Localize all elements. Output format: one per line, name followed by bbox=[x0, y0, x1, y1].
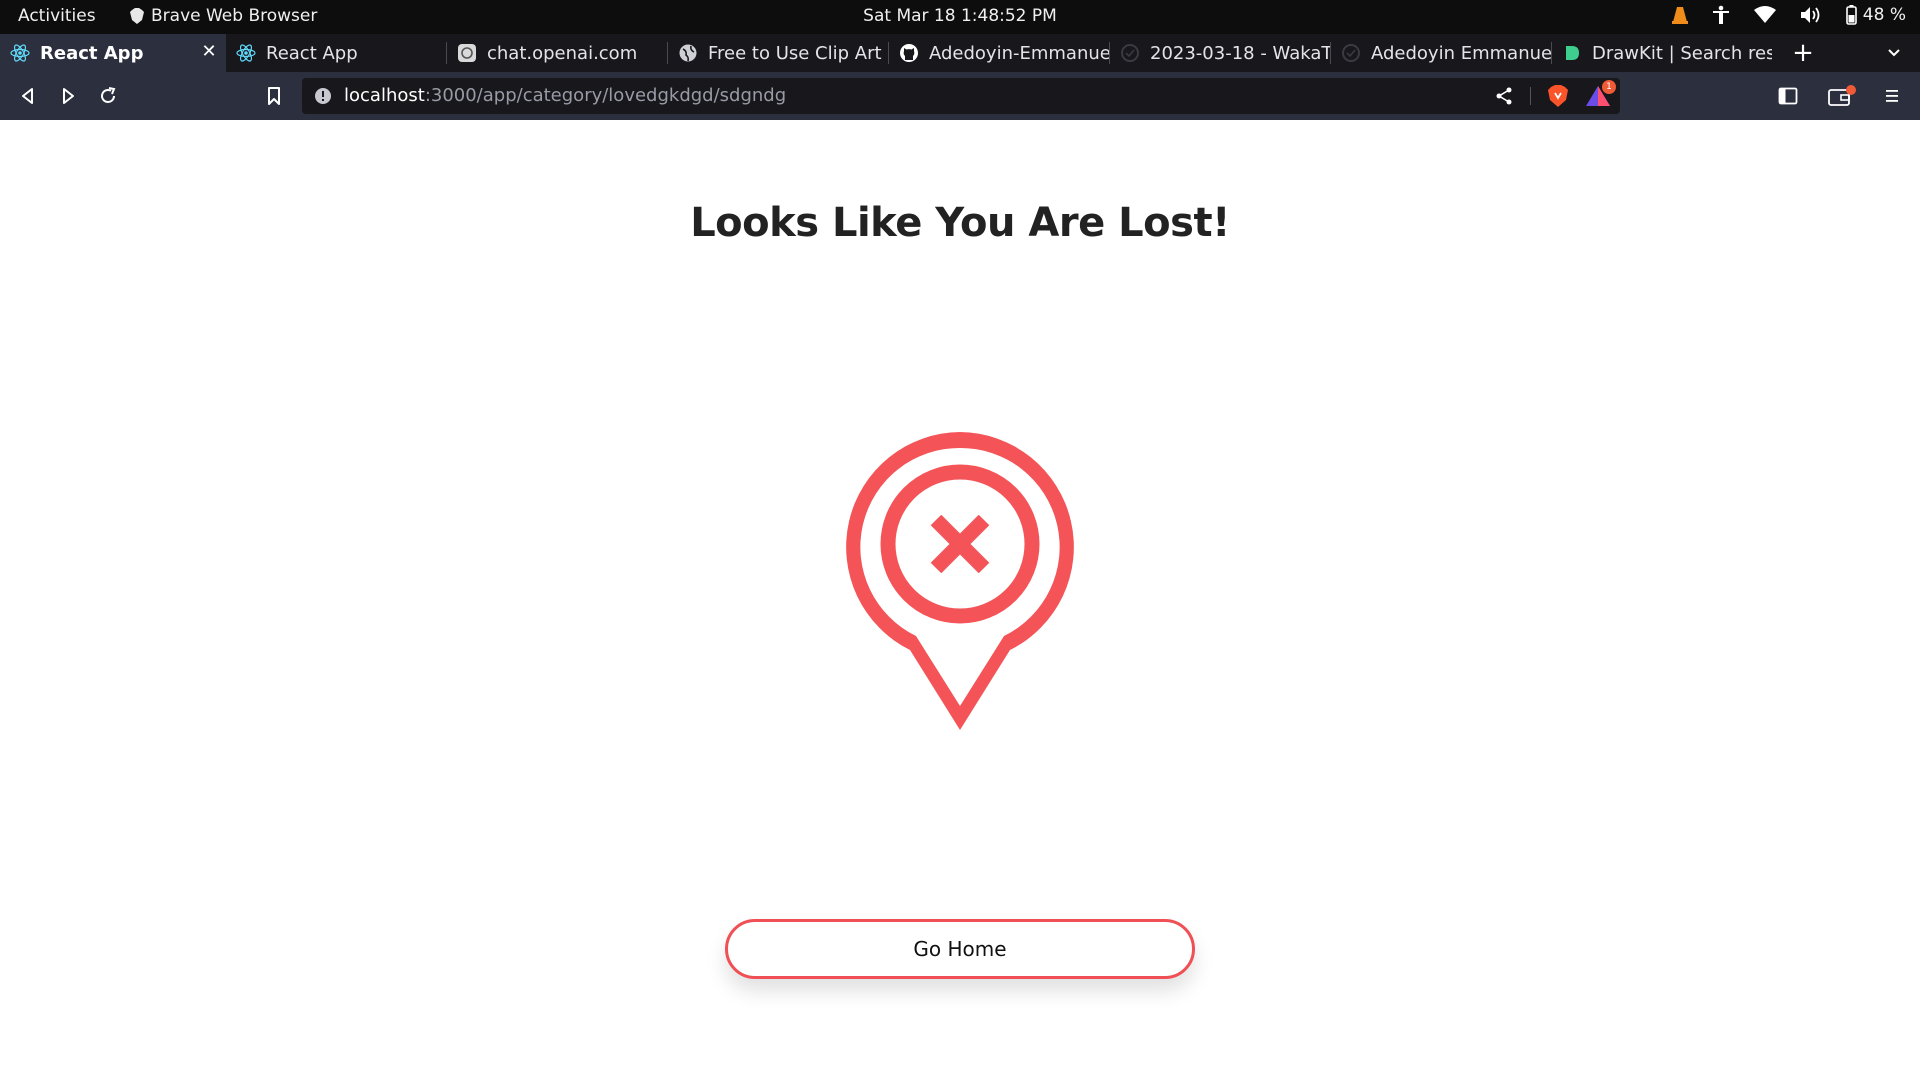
volume-icon[interactable] bbox=[1800, 6, 1822, 24]
app-menu[interactable]: Brave Web Browser bbox=[130, 6, 317, 26]
tab-chat-openai[interactable]: chat.openai.com bbox=[447, 34, 667, 72]
app-name-label: Brave Web Browser bbox=[151, 6, 318, 26]
battery-icon bbox=[1845, 5, 1857, 25]
share-icon[interactable] bbox=[1494, 86, 1514, 106]
page-content: Looks Like You Are Lost! Go Home bbox=[0, 120, 1920, 1080]
battery-percent: 48 % bbox=[1862, 5, 1906, 25]
bookmark-button[interactable] bbox=[260, 82, 288, 110]
battery-indicator[interactable]: 48 % bbox=[1845, 5, 1906, 25]
brave-lion-icon bbox=[130, 8, 144, 24]
wifi-icon[interactable] bbox=[1753, 6, 1776, 24]
close-tab-icon[interactable]: ✕ bbox=[200, 43, 218, 61]
lost-location-pin-icon bbox=[846, 432, 1074, 730]
wakatime-icon bbox=[1120, 43, 1140, 63]
forward-arrow-icon bbox=[63, 88, 74, 104]
bookmark-icon bbox=[268, 87, 280, 105]
url-divider bbox=[1530, 87, 1531, 105]
openai-icon bbox=[457, 43, 477, 63]
github-icon bbox=[899, 43, 919, 63]
site-info-icon[interactable] bbox=[314, 87, 332, 105]
tab-title: React App bbox=[40, 42, 144, 64]
tab-react-app-active[interactable]: React App ✕ bbox=[0, 34, 226, 72]
tab-title: chat.openai.com bbox=[487, 42, 638, 64]
tab-wakatime-profile[interactable]: Adedoyin Emmanuel bbox=[1331, 34, 1551, 72]
tab-react-app[interactable]: React App bbox=[226, 34, 446, 72]
drawkit-icon bbox=[1562, 43, 1582, 63]
url-text[interactable]: localhost:3000/app/category/lovedgkdgd/s… bbox=[344, 85, 786, 106]
tab-strip: React App ✕ React App chat.openai.com Fr… bbox=[0, 34, 1920, 72]
sidebar-toggle-button[interactable] bbox=[1774, 82, 1802, 110]
clock-label[interactable]: Sat Mar 18 1:48:52 PM bbox=[863, 6, 1057, 26]
url-host: localhost bbox=[344, 85, 425, 106]
rewards-badge: 1 bbox=[1602, 80, 1616, 94]
hamburger-menu-icon bbox=[1886, 90, 1898, 102]
tab-drawkit[interactable]: DrawKit | Search resu bbox=[1552, 34, 1772, 72]
reload-icon bbox=[101, 87, 116, 103]
wallet-button[interactable] bbox=[1824, 82, 1860, 110]
tab-github[interactable]: Adedoyin-Emmanuel bbox=[889, 34, 1109, 72]
brave-shields-icon[interactable] bbox=[1546, 84, 1570, 108]
forward-button[interactable] bbox=[54, 82, 82, 110]
brave-rewards-button[interactable]: 1 bbox=[1586, 80, 1616, 108]
tab-wakatime-date[interactable]: 2023-03-18 - WakaTi bbox=[1110, 34, 1330, 72]
react-icon bbox=[236, 43, 256, 63]
address-bar[interactable]: localhost:3000/app/category/lovedgkdgd/s… bbox=[302, 78, 1620, 114]
tab-free-clip-art[interactable]: Free to Use Clip Art I bbox=[668, 34, 888, 72]
page-heading: Looks Like You Are Lost! bbox=[690, 200, 1230, 246]
tab-title: 2023-03-18 - WakaTi bbox=[1150, 42, 1330, 64]
vlc-icon[interactable] bbox=[1671, 6, 1688, 24]
url-path: :3000/app/category/lovedgkdgd/sdgndg bbox=[424, 85, 787, 106]
tab-title: Free to Use Clip Art I bbox=[708, 42, 888, 64]
reload-button[interactable] bbox=[94, 82, 122, 110]
accessibility-icon[interactable] bbox=[1712, 5, 1730, 25]
wakatime-icon bbox=[1341, 43, 1361, 63]
tab-title: DrawKit | Search resu bbox=[1592, 42, 1772, 64]
tab-title: Adedoyin-Emmanuel bbox=[929, 42, 1109, 64]
go-home-button[interactable]: Go Home bbox=[725, 919, 1195, 979]
system-top-bar: Activities Brave Web Browser Sat Mar 18 … bbox=[0, 0, 1920, 34]
activities-button[interactable]: Activities bbox=[18, 6, 96, 26]
globe-icon bbox=[678, 43, 698, 63]
tab-search-chevron-icon[interactable] bbox=[1880, 40, 1908, 66]
tab-title: Adedoyin Emmanuel bbox=[1371, 42, 1551, 64]
wallet-icon bbox=[1828, 85, 1856, 106]
react-icon bbox=[10, 43, 30, 63]
back-button[interactable] bbox=[14, 82, 42, 110]
main-menu-button[interactable] bbox=[1878, 82, 1906, 110]
new-tab-button[interactable]: + bbox=[1788, 38, 1818, 68]
tab-title: React App bbox=[266, 42, 358, 64]
sidebar-icon bbox=[1778, 87, 1798, 105]
back-arrow-icon bbox=[22, 88, 33, 104]
navigation-bar: localhost:3000/app/category/lovedgkdgd/s… bbox=[0, 72, 1920, 120]
system-tray[interactable]: 48 % bbox=[1671, 5, 1906, 25]
